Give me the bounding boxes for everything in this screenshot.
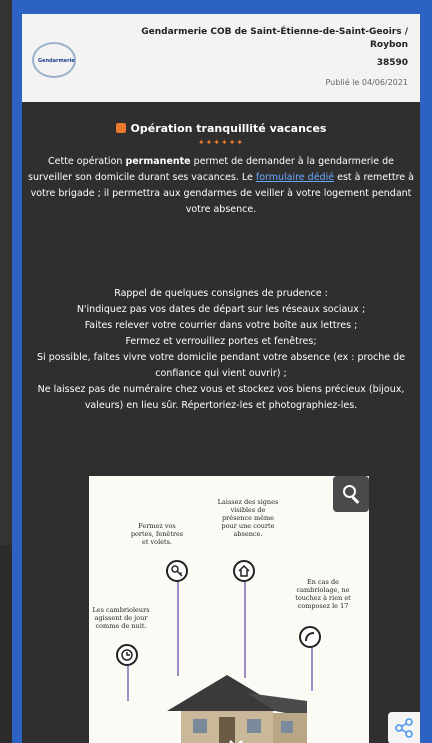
zoom-button[interactable] [333, 476, 369, 512]
advice-line: N'indiquez pas vos dates de départ sur l… [76, 304, 366, 315]
key-icon [166, 560, 188, 582]
house-icon [233, 560, 255, 582]
chevron-down-icon [229, 740, 243, 743]
advice-line: Rappel de quelques consignes de prudence… [114, 288, 328, 299]
advice-line: Faites relever votre courrier dans votre… [84, 320, 358, 331]
share-button[interactable] [388, 712, 420, 743]
warning-icon [115, 123, 126, 133]
illustration-note: Fermez vos portes, fenêtres et volets. [130, 522, 184, 546]
post-card: Gendarmerie Gendarmerie COB de Saint-Éti… [22, 14, 420, 743]
sparkles-decoration: ✦✦✦✦✦✦ [197, 138, 245, 147]
illustration-note: En cas de cambriolage, ne touchez à rien… [295, 578, 351, 610]
advice-list: Rappel de quelques consignes de prudence… [28, 286, 414, 414]
share-icon [395, 718, 413, 738]
advice-line: Fermez et verrouillez portes et fenêtres… [125, 336, 317, 347]
illustration-note: Les cambrioleurs agissent de jour comme … [92, 606, 150, 630]
publish-date: Publié le 04/06/2021 [325, 78, 408, 87]
clock-icon [116, 644, 138, 666]
illustration-note: Laissez des signes visibles de présence … [217, 498, 279, 538]
phone-icon [299, 626, 321, 648]
author-name[interactable]: Gendarmerie COB de Saint-Étienne-de-Sain… [108, 26, 408, 52]
author-zip: 38590 [376, 58, 408, 68]
post-header: Gendarmerie Gendarmerie COB de Saint-Éti… [22, 14, 420, 102]
advice-line: Si possible, faites vivre votre domicile… [37, 352, 405, 379]
background-panel [0, 0, 12, 545]
form-link[interactable]: formulaire dédié [256, 172, 334, 183]
prevention-illustration[interactable]: Fermez vos portes, fenêtres et volets. L… [89, 476, 369, 743]
scroll-down-button[interactable] [223, 731, 249, 743]
post-title: Opération tranquillité vacances [22, 122, 420, 135]
advice-line: Ne laissez pas de numéraire chez vous et… [37, 384, 405, 411]
intro-paragraph: Cette opération permanente permet de dem… [28, 156, 414, 215]
gendarmerie-logo: Gendarmerie [32, 42, 80, 78]
